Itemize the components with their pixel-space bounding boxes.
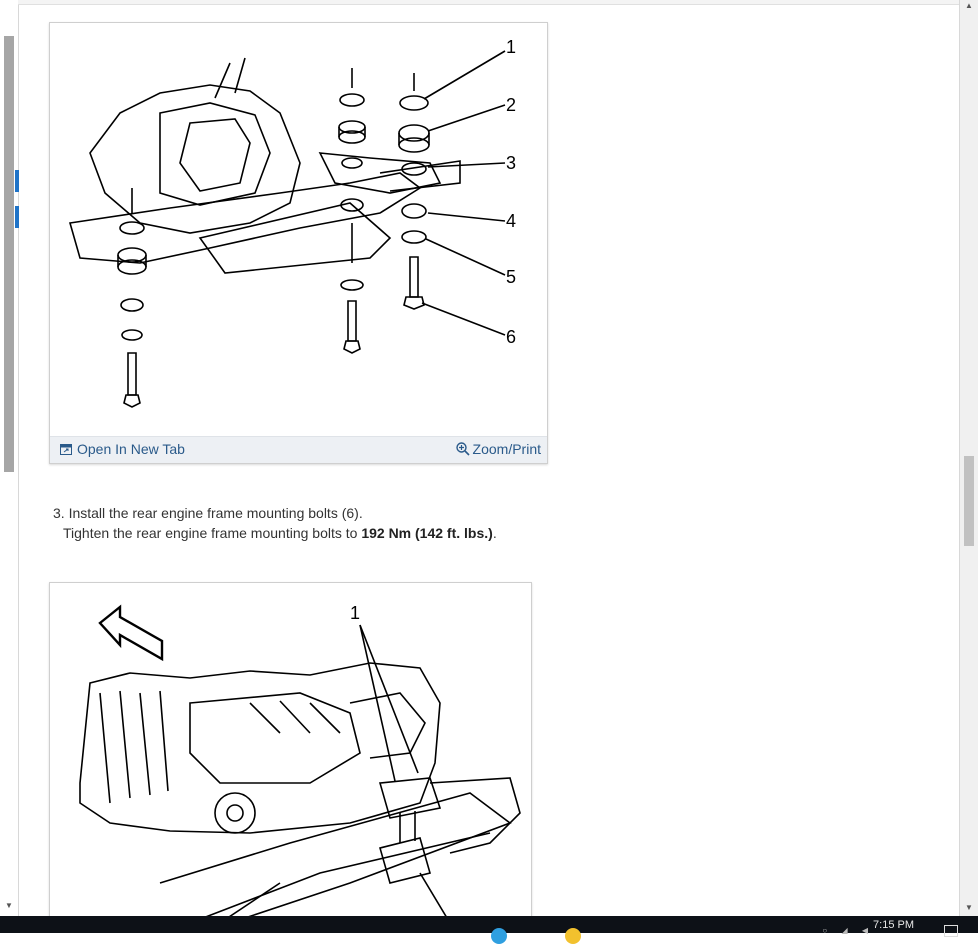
callout-6: 6 <box>506 327 516 347</box>
zoom-print-link[interactable]: Zoom/Print <box>455 441 541 457</box>
scroll-down-icon[interactable]: ▼ <box>3 900 15 912</box>
taskbar: ○ ◢ ◀ 7:15 PM <box>0 916 978 944</box>
engine-frame-diagram: 1 2 3 4 5 6 <box>68 37 516 408</box>
callout-3: 3 <box>506 153 516 173</box>
scroll-down-icon[interactable]: ▼ <box>963 902 975 914</box>
torque-prefix: Tighten the rear engine frame mounting b… <box>63 525 362 541</box>
open-in-new-tab-label: Open In New Tab <box>77 441 185 457</box>
torque-value: 192 Nm (142 ft. lbs.) <box>361 525 493 541</box>
callout-1: 1 <box>350 603 360 623</box>
procedure-step: 3. Install the rear engine frame mountin… <box>53 503 497 543</box>
torque-suffix: . <box>492 525 497 541</box>
scroll-up-icon[interactable]: ▲ <box>963 0 975 12</box>
app-taskbar-icon[interactable] <box>565 928 581 944</box>
figure-footer: Open In New Tab Zoom/Print <box>50 436 547 463</box>
system-tray[interactable]: ○ ◢ ◀ <box>822 926 874 935</box>
step-instruction: 3. Install the rear engine frame mountin… <box>53 505 363 521</box>
notifications-icon[interactable] <box>944 925 958 937</box>
open-new-tab-icon <box>60 443 72 455</box>
scrollbar-thumb[interactable] <box>964 456 974 546</box>
taskbar-clock[interactable]: 7:15 PM <box>873 919 914 931</box>
zoom-print-label: Zoom/Print <box>472 441 541 457</box>
document-content: 1 2 3 4 5 6 Open In New Tab Zoom/Print 3… <box>19 0 959 916</box>
vertical-scrollbar[interactable]: ▲ ▼ <box>959 0 978 916</box>
open-in-new-tab-link[interactable]: Open In New Tab <box>60 441 185 457</box>
callout-labels: 1 2 3 4 5 6 <box>506 37 516 347</box>
figure-engine-mount-bolts: 1 <box>49 582 532 916</box>
zoom-icon <box>455 442 470 456</box>
callout-1: 1 <box>506 37 516 57</box>
callout-5: 5 <box>506 267 516 287</box>
engine-mount-diagram: 1 <box>79 603 521 916</box>
left-scrollbar-thumb[interactable] <box>4 36 14 472</box>
step-torque-spec: Tighten the rear engine frame mounting b… <box>53 523 497 543</box>
callout-4: 4 <box>506 211 516 231</box>
browser-taskbar-icon[interactable] <box>491 928 507 944</box>
figure-engine-frame-mount: 1 2 3 4 5 6 Open In New Tab Zoom/Print <box>49 22 548 464</box>
left-window-strip: ▼ <box>0 0 19 916</box>
callout-2: 2 <box>506 95 516 115</box>
